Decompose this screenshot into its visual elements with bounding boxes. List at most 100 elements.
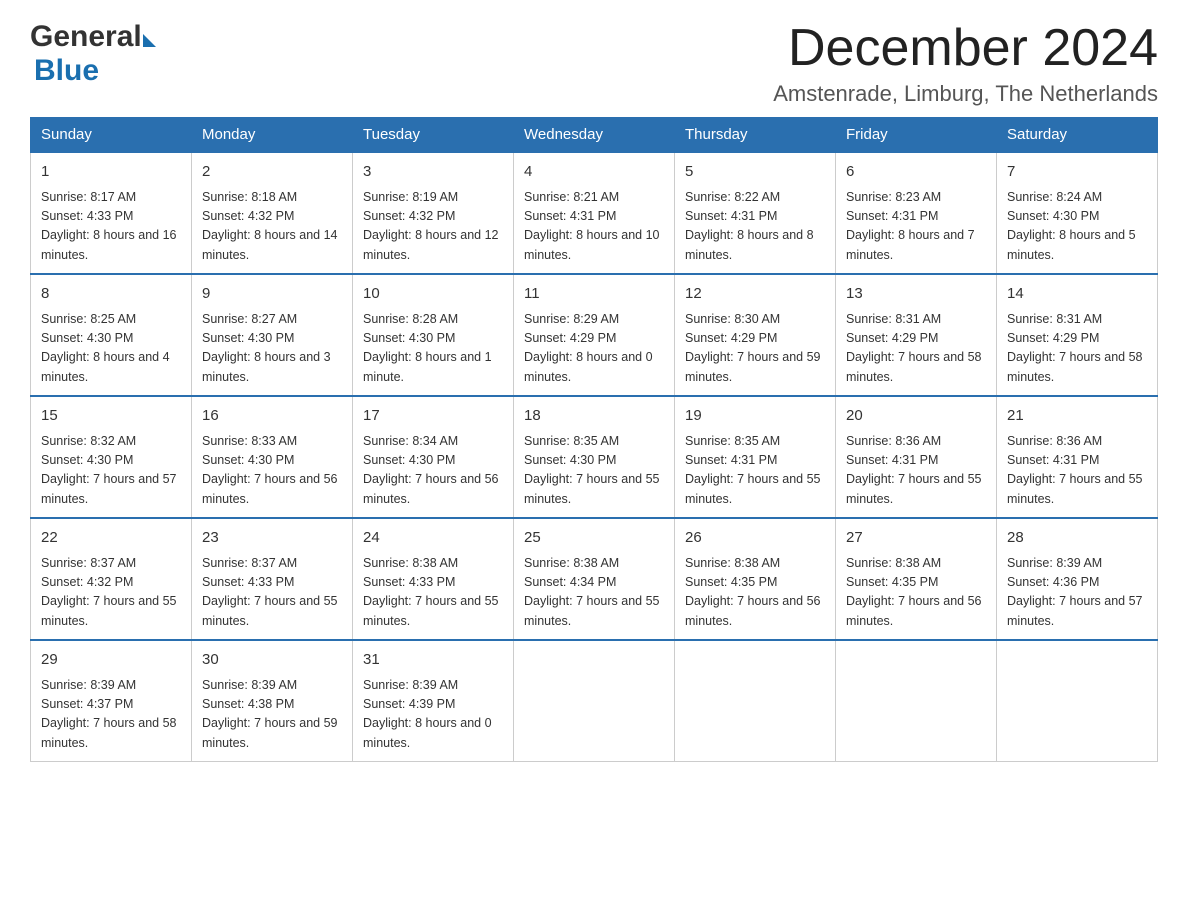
- calendar-week-row: 15 Sunrise: 8:32 AMSunset: 4:30 PMDayligh…: [31, 396, 1158, 518]
- day-number: 21: [1007, 405, 1147, 428]
- day-info: Sunrise: 8:39 AMSunset: 4:37 PMDaylight:…: [41, 676, 181, 754]
- day-info: Sunrise: 8:29 AMSunset: 4:29 PMDaylight:…: [524, 310, 664, 388]
- day-number: 23: [202, 527, 342, 550]
- day-header-monday: Monday: [192, 118, 353, 153]
- day-number: 9: [202, 283, 342, 306]
- calendar-cell: 4 Sunrise: 8:21 AMSunset: 4:31 PMDaylight…: [514, 152, 675, 274]
- day-number: 12: [685, 283, 825, 306]
- day-number: 31: [363, 649, 503, 672]
- calendar-cell: 30 Sunrise: 8:39 AMSunset: 4:38 PMDayligh…: [192, 640, 353, 762]
- day-number: 22: [41, 527, 181, 550]
- day-info: Sunrise: 8:35 AMSunset: 4:30 PMDaylight:…: [524, 432, 664, 510]
- calendar-cell: 1 Sunrise: 8:17 AMSunset: 4:33 PMDaylight…: [31, 152, 192, 274]
- day-number: 11: [524, 283, 664, 306]
- day-number: 27: [846, 527, 986, 550]
- calendar-cell: 23 Sunrise: 8:37 AMSunset: 4:33 PMDayligh…: [192, 518, 353, 640]
- day-header-sunday: Sunday: [31, 118, 192, 153]
- calendar-week-row: 29 Sunrise: 8:39 AMSunset: 4:37 PMDayligh…: [31, 640, 1158, 762]
- calendar-cell: 26 Sunrise: 8:38 AMSunset: 4:35 PMDayligh…: [675, 518, 836, 640]
- calendar-cell: 15 Sunrise: 8:32 AMSunset: 4:30 PMDayligh…: [31, 396, 192, 518]
- day-info: Sunrise: 8:31 AMSunset: 4:29 PMDaylight:…: [1007, 310, 1147, 388]
- calendar-cell: 8 Sunrise: 8:25 AMSunset: 4:30 PMDaylight…: [31, 274, 192, 396]
- calendar-cell: 24Sunrise: 8:38 AMSunset: 4:33 PMDayligh…: [353, 518, 514, 640]
- calendar-week-row: 22 Sunrise: 8:37 AMSunset: 4:32 PMDayligh…: [31, 518, 1158, 640]
- calendar-cell: 11 Sunrise: 8:29 AMSunset: 4:29 PMDayligh…: [514, 274, 675, 396]
- day-number: 4: [524, 161, 664, 184]
- calendar-cell: 10 Sunrise: 8:28 AMSunset: 4:30 PMDayligh…: [353, 274, 514, 396]
- day-number: 7: [1007, 161, 1147, 184]
- day-info: Sunrise: 8:39 AMSunset: 4:38 PMDaylight:…: [202, 676, 342, 754]
- day-header-wednesday: Wednesday: [514, 118, 675, 153]
- day-info: Sunrise: 8:33 AMSunset: 4:30 PMDaylight:…: [202, 432, 342, 510]
- logo-general-text: General: [30, 20, 142, 54]
- day-number: 24: [363, 527, 503, 550]
- day-number: 28: [1007, 527, 1147, 550]
- day-number: 15: [41, 405, 181, 428]
- calendar-cell: 29 Sunrise: 8:39 AMSunset: 4:37 PMDayligh…: [31, 640, 192, 762]
- logo-blue-text: Blue: [34, 54, 99, 87]
- day-info: Sunrise: 8:25 AMSunset: 4:30 PMDaylight:…: [41, 310, 181, 388]
- calendar-cell: 20Sunrise: 8:36 AMSunset: 4:31 PMDayligh…: [836, 396, 997, 518]
- title-area: December 2024 Amstenrade, Limburg, The N…: [773, 20, 1158, 107]
- day-number: 16: [202, 405, 342, 428]
- calendar-cell: 19Sunrise: 8:35 AMSunset: 4:31 PMDayligh…: [675, 396, 836, 518]
- calendar-cell: 2Sunrise: 8:18 AMSunset: 4:32 PMDaylight…: [192, 152, 353, 274]
- calendar-cell: 9 Sunrise: 8:27 AMSunset: 4:30 PMDaylight…: [192, 274, 353, 396]
- calendar-cell: [514, 640, 675, 762]
- calendar-cell: 27 Sunrise: 8:38 AMSunset: 4:35 PMDayligh…: [836, 518, 997, 640]
- day-number: 10: [363, 283, 503, 306]
- calendar-cell: 7 Sunrise: 8:24 AMSunset: 4:30 PMDaylight…: [997, 152, 1158, 274]
- calendar-week-row: 1 Sunrise: 8:17 AMSunset: 4:33 PMDaylight…: [31, 152, 1158, 274]
- logo: General Blue: [30, 20, 157, 88]
- day-number: 26: [685, 527, 825, 550]
- day-info: Sunrise: 8:34 AMSunset: 4:30 PMDaylight:…: [363, 432, 503, 510]
- day-number: 5: [685, 161, 825, 184]
- calendar-cell: 28Sunrise: 8:39 AMSunset: 4:36 PMDayligh…: [997, 518, 1158, 640]
- calendar-cell: 6Sunrise: 8:23 AMSunset: 4:31 PMDaylight…: [836, 152, 997, 274]
- day-info: Sunrise: 8:36 AMSunset: 4:31 PMDaylight:…: [1007, 432, 1147, 510]
- calendar-cell: [675, 640, 836, 762]
- day-info: Sunrise: 8:32 AMSunset: 4:30 PMDaylight:…: [41, 432, 181, 510]
- day-info: Sunrise: 8:28 AMSunset: 4:30 PMDaylight:…: [363, 310, 503, 388]
- day-info: Sunrise: 8:30 AMSunset: 4:29 PMDaylight:…: [685, 310, 825, 388]
- month-title: December 2024: [773, 20, 1158, 77]
- calendar-cell: [836, 640, 997, 762]
- day-info: Sunrise: 8:38 AMSunset: 4:34 PMDaylight:…: [524, 554, 664, 632]
- day-number: 25: [524, 527, 664, 550]
- day-number: 14: [1007, 283, 1147, 306]
- day-info: Sunrise: 8:21 AMSunset: 4:31 PMDaylight:…: [524, 188, 664, 266]
- location-subtitle: Amstenrade, Limburg, The Netherlands: [773, 81, 1158, 107]
- day-info: Sunrise: 8:27 AMSunset: 4:30 PMDaylight:…: [202, 310, 342, 388]
- day-number: 1: [41, 161, 181, 184]
- day-info: Sunrise: 8:17 AMSunset: 4:33 PMDaylight:…: [41, 188, 181, 266]
- page-header: General Blue December 2024 Amstenrade, L…: [30, 20, 1158, 107]
- calendar-table: SundayMondayTuesdayWednesdayThursdayFrid…: [30, 117, 1158, 762]
- day-number: 8: [41, 283, 181, 306]
- day-info: Sunrise: 8:38 AMSunset: 4:35 PMDaylight:…: [685, 554, 825, 632]
- day-info: Sunrise: 8:35 AMSunset: 4:31 PMDaylight:…: [685, 432, 825, 510]
- calendar-cell: 22 Sunrise: 8:37 AMSunset: 4:32 PMDayligh…: [31, 518, 192, 640]
- day-info: Sunrise: 8:24 AMSunset: 4:30 PMDaylight:…: [1007, 188, 1147, 266]
- day-info: Sunrise: 8:19 AMSunset: 4:32 PMDaylight:…: [363, 188, 503, 266]
- day-info: Sunrise: 8:37 AMSunset: 4:33 PMDaylight:…: [202, 554, 342, 632]
- day-info: Sunrise: 8:38 AMSunset: 4:35 PMDaylight:…: [846, 554, 986, 632]
- day-info: Sunrise: 8:37 AMSunset: 4:32 PMDaylight:…: [41, 554, 181, 632]
- day-number: 17: [363, 405, 503, 428]
- calendar-cell: 3Sunrise: 8:19 AMSunset: 4:32 PMDaylight…: [353, 152, 514, 274]
- calendar-cell: 14 Sunrise: 8:31 AMSunset: 4:29 PMDayligh…: [997, 274, 1158, 396]
- calendar-cell: 25 Sunrise: 8:38 AMSunset: 4:34 PMDayligh…: [514, 518, 675, 640]
- calendar-cell: 5 Sunrise: 8:22 AMSunset: 4:31 PMDaylight…: [675, 152, 836, 274]
- day-number: 18: [524, 405, 664, 428]
- day-info: Sunrise: 8:23 AMSunset: 4:31 PMDaylight:…: [846, 188, 986, 266]
- day-header-thursday: Thursday: [675, 118, 836, 153]
- day-info: Sunrise: 8:22 AMSunset: 4:31 PMDaylight:…: [685, 188, 825, 266]
- day-number: 30: [202, 649, 342, 672]
- logo-triangle-icon: [143, 34, 156, 47]
- calendar-cell: 31 Sunrise: 8:39 AMSunset: 4:39 PMDayligh…: [353, 640, 514, 762]
- day-info: Sunrise: 8:39 AMSunset: 4:39 PMDaylight:…: [363, 676, 503, 754]
- day-number: 29: [41, 649, 181, 672]
- calendar-cell: 17 Sunrise: 8:34 AMSunset: 4:30 PMDayligh…: [353, 396, 514, 518]
- calendar-header-row: SundayMondayTuesdayWednesdayThursdayFrid…: [31, 118, 1158, 153]
- day-number: 2: [202, 161, 342, 184]
- calendar-cell: [997, 640, 1158, 762]
